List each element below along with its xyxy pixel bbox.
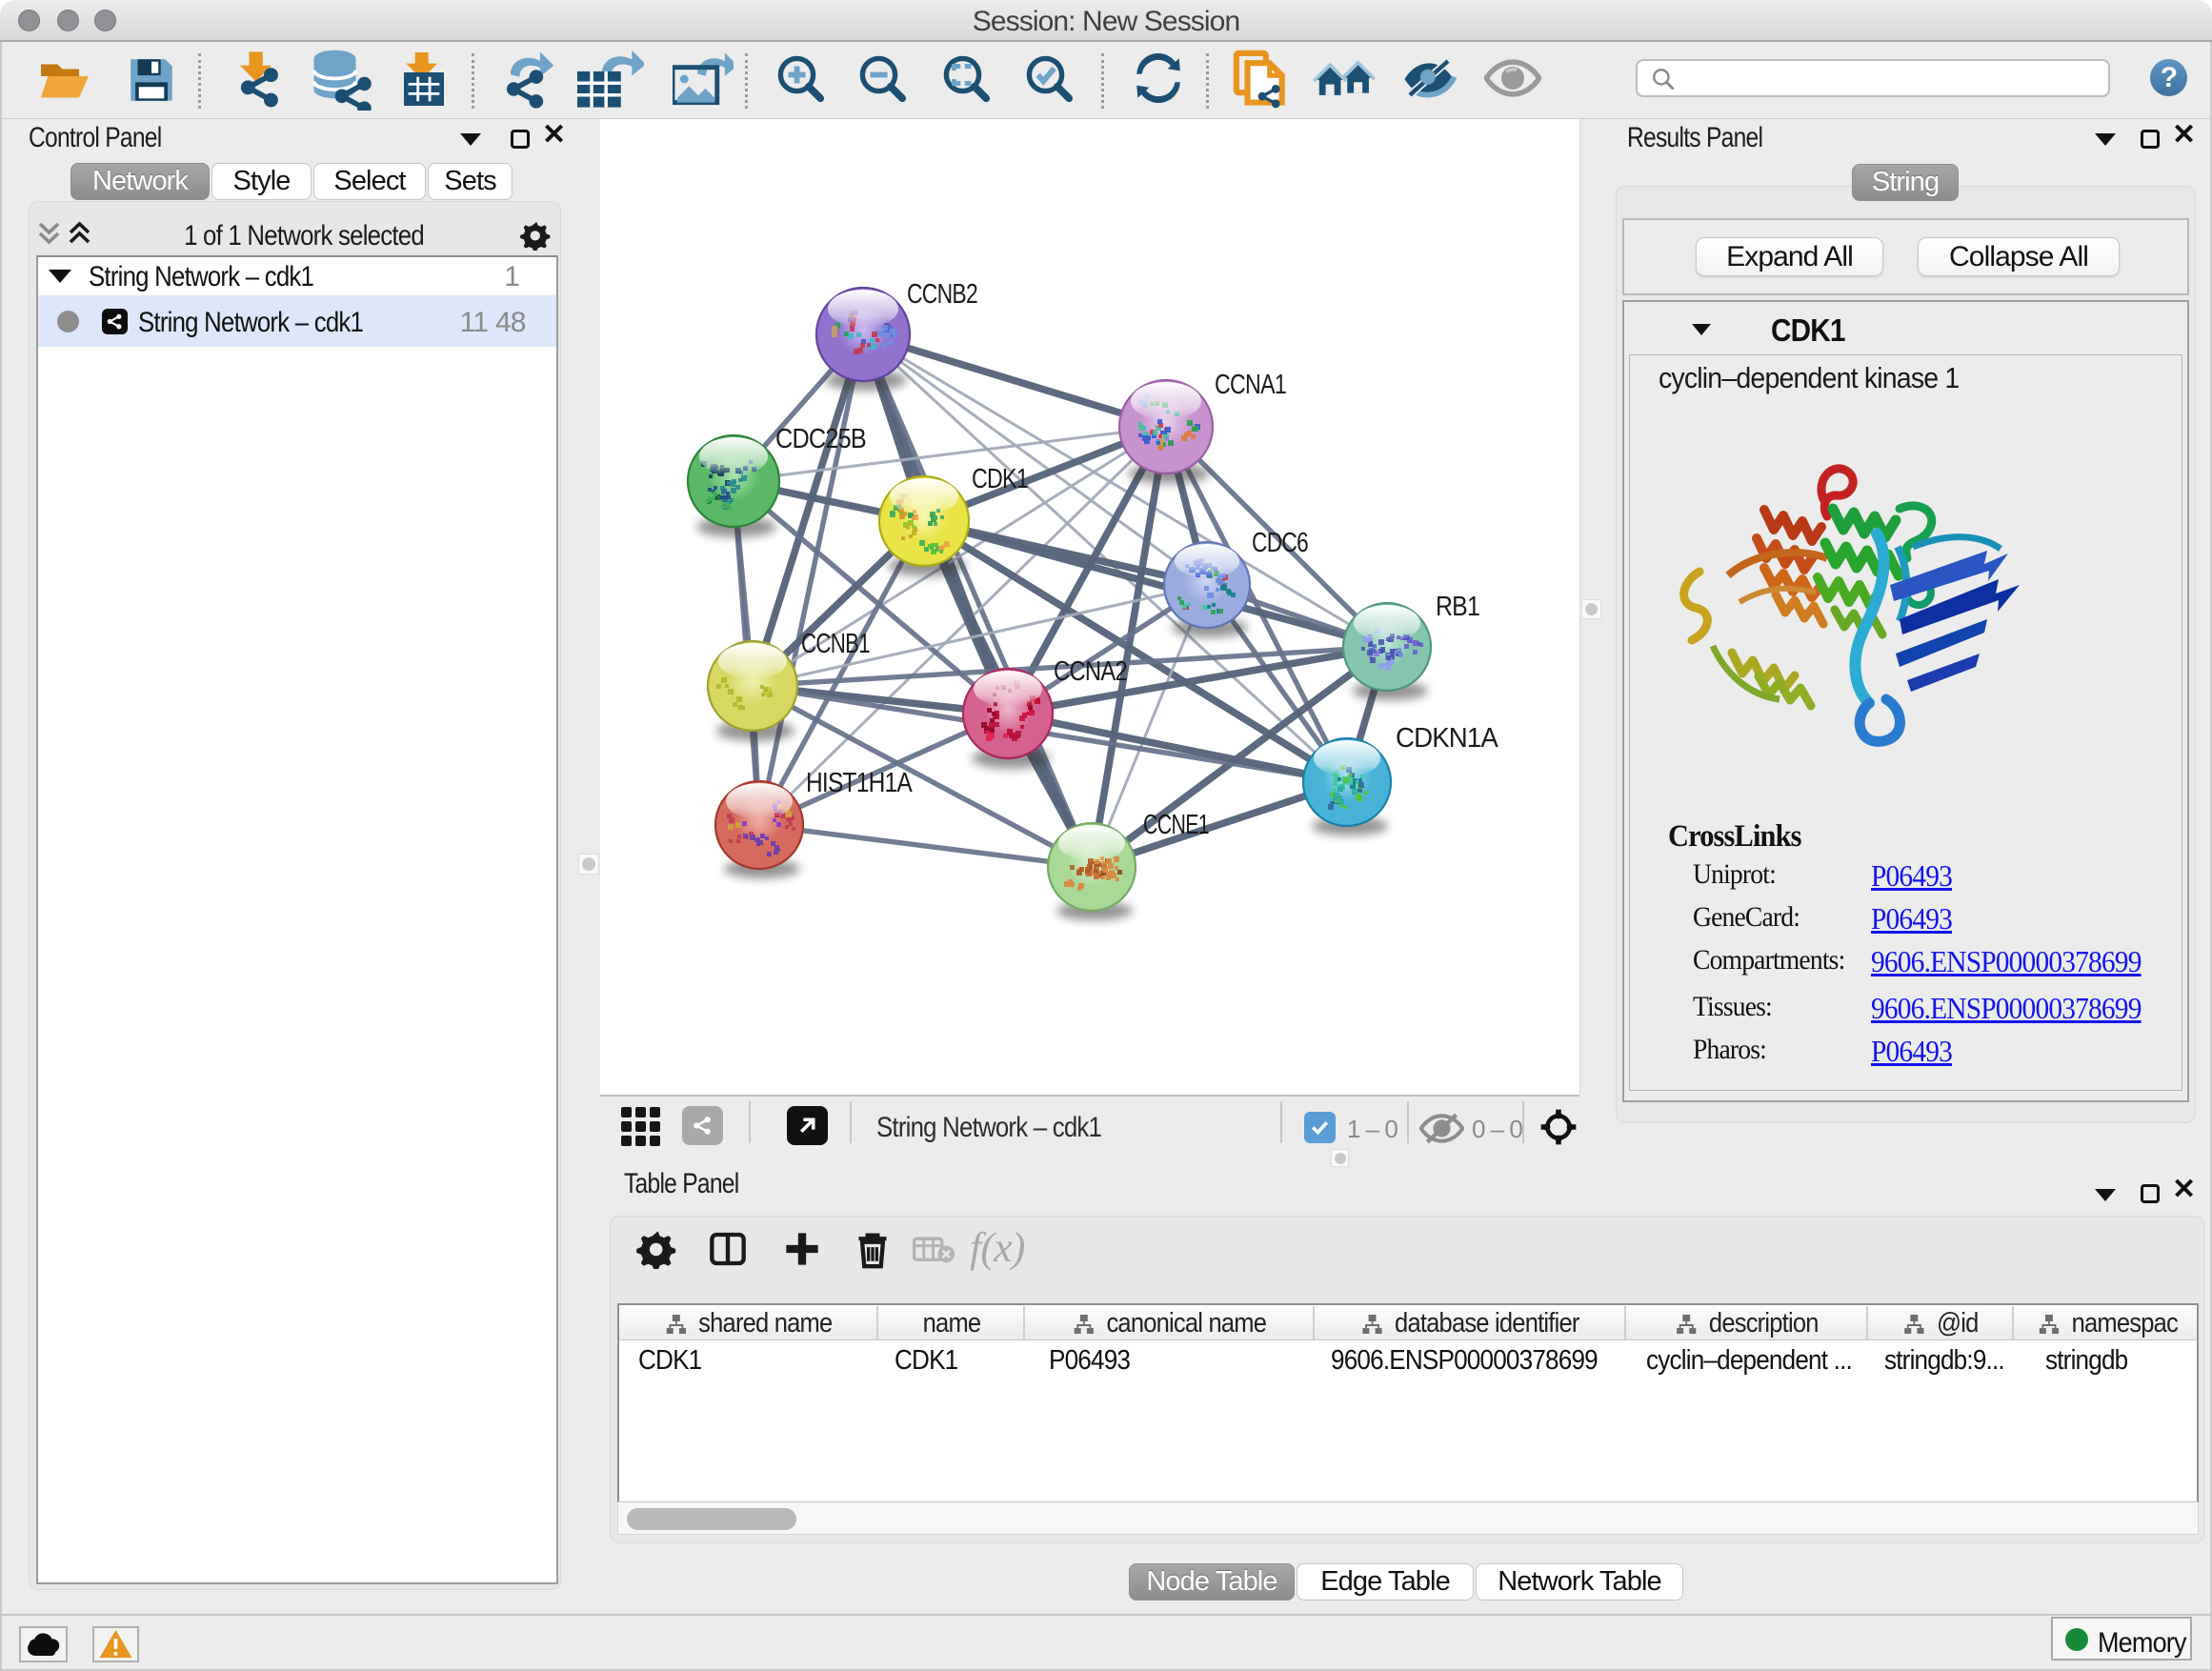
svg-text:CCNA2: CCNA2 xyxy=(1054,656,1127,687)
svg-text:CDC6: CDC6 xyxy=(1252,528,1308,558)
svg-text:CDKN1A: CDKN1A xyxy=(1396,723,1498,754)
svg-text:CCNB2: CCNB2 xyxy=(907,279,977,310)
svg-text:HIST1H1A: HIST1H1A xyxy=(806,768,913,798)
svg-text:CDC25B: CDC25B xyxy=(775,424,866,454)
svg-text:CCNE1: CCNE1 xyxy=(1143,810,1209,840)
svg-text:CDK1: CDK1 xyxy=(972,464,1028,494)
svg-text:CCNA1: CCNA1 xyxy=(1215,370,1286,400)
svg-text:RB1: RB1 xyxy=(1436,592,1479,622)
svg-text:CCNB1: CCNB1 xyxy=(801,629,870,659)
